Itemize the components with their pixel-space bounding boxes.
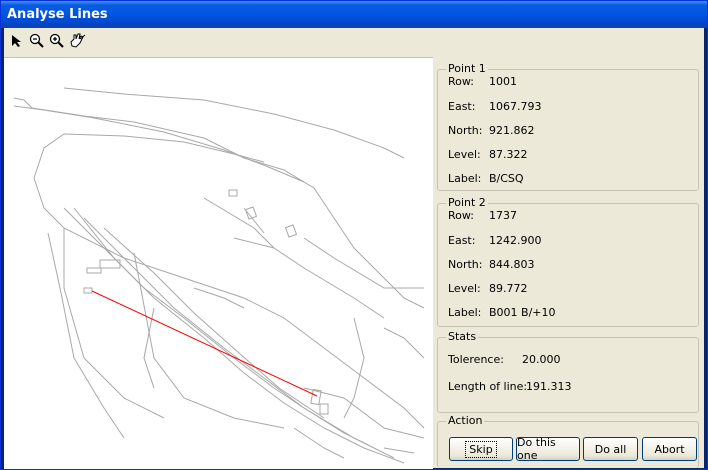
length-label: Length of line: — [448, 380, 528, 393]
map-toolbar — [4, 28, 704, 54]
zoom-out-icon[interactable] — [28, 32, 46, 50]
point2-legend: Point 2 — [446, 196, 488, 209]
point1-east-value: 1067.793 — [489, 100, 542, 113]
select-arrow-icon[interactable] — [8, 32, 26, 50]
point1-north-label: North: — [448, 124, 483, 137]
point2-group: Point 2 Row: 1737 East: 1242.900 North: … — [437, 196, 699, 327]
point1-row-value: 1001 — [489, 75, 517, 88]
do-all-button[interactable]: Do all — [583, 437, 638, 461]
point1-label-label: Label: — [448, 172, 482, 185]
point2-level-value: 89.772 — [489, 282, 528, 295]
skip-button[interactable]: Skip — [449, 437, 513, 461]
map-linework — [13, 87, 425, 464]
length-value: 191.313 — [526, 380, 572, 393]
point1-level-label: Level: — [448, 148, 481, 161]
point1-row-label: Row: — [448, 75, 474, 88]
map-canvas[interactable] — [4, 57, 433, 469]
do-this-one-button[interactable]: Do this one — [516, 436, 580, 462]
zoom-in-icon[interactable] — [48, 32, 66, 50]
point1-label-value: B/CSQ — [489, 172, 524, 185]
abort-button[interactable]: Abort — [642, 437, 697, 461]
analyse-lines-window: Analyse Lines Point 1 Row: 1001 East: 10… — [0, 0, 708, 470]
point2-east-label: East: — [448, 234, 476, 247]
selected-line — [91, 290, 318, 397]
point1-group: Point 1 Row: 1001 East: 1067.793 North: … — [437, 62, 699, 191]
point1-east-label: East: — [448, 100, 476, 113]
point1-legend: Point 1 — [446, 62, 488, 75]
pan-hand-icon[interactable] — [68, 32, 86, 50]
point1-north-value: 921.862 — [489, 124, 535, 137]
stats-group: Stats Tolerence: 20.000 Length of line: … — [437, 330, 699, 413]
point2-north-value: 844.803 — [489, 258, 535, 271]
point2-row-value: 1737 — [489, 209, 517, 222]
point2-row-label: Row: — [448, 209, 474, 222]
point2-label-value: B001 B/+10 — [489, 306, 556, 319]
action-legend: Action — [446, 414, 485, 427]
window-title: Analyse Lines — [1, 1, 707, 28]
tolerence-value: 20.000 — [522, 353, 561, 366]
point1-level-value: 87.322 — [489, 148, 528, 161]
tolerence-label: Tolerence: — [448, 353, 504, 366]
point2-level-label: Level: — [448, 282, 481, 295]
window-client: Point 1 Row: 1001 East: 1067.793 North: … — [4, 28, 704, 469]
point2-label-label: Label: — [448, 306, 482, 319]
point2-north-label: North: — [448, 258, 483, 271]
stats-legend: Stats — [446, 330, 479, 343]
point2-east-value: 1242.900 — [489, 234, 542, 247]
